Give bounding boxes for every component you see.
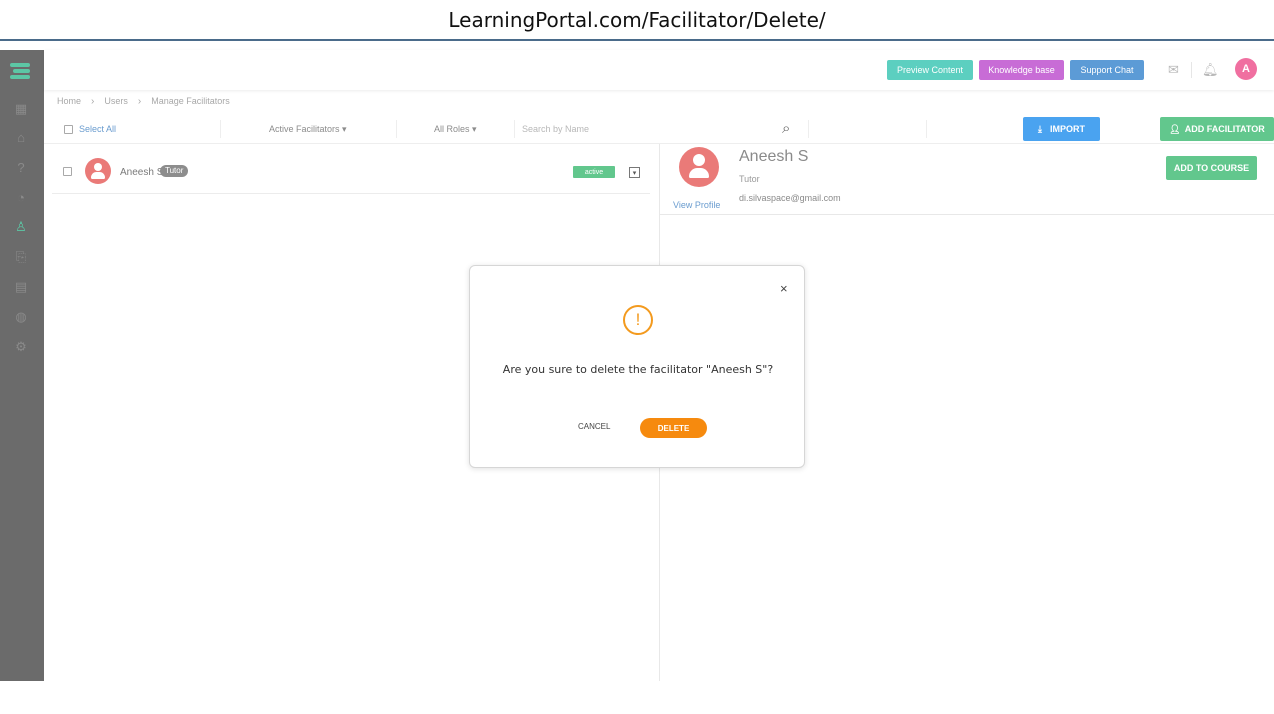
facilitator-detail-header: View Profile Aneesh S Tutor di.silvaspac… [660,144,1274,215]
download-icon: ⤓ [1038,123,1042,134]
preview-content-button[interactable]: Preview Content [887,60,973,80]
search-input[interactable]: Search by Name [522,124,589,134]
chevron-right-icon: › [137,96,142,107]
select-all[interactable]: Select All [64,124,116,134]
add-to-course-button[interactable]: ADD TO COURSE [1166,156,1257,180]
row-checkbox[interactable] [63,167,72,176]
role-badge: Tutor [160,165,189,177]
view-profile-link[interactable]: View Profile [673,200,720,210]
delete-confirm-dialog: × ! Are you sure to delete the facilitat… [469,265,805,468]
sidebar: ▦ ⌂ ? ◔ ♙ ⎘ ▤ ◍ ⚙ [0,50,44,681]
roles-dropdown[interactable]: All Roles ▾ [434,124,477,135]
chevron-right-icon: › [91,96,95,107]
filter-bar: Select All Active Facilitators ▾ All Rol… [44,114,1274,144]
top-bar: Preview Content Knowledge base Support C… [44,50,1274,90]
warning-icon: ! [623,305,653,335]
breadcrumb-current: Manage Facilitators [151,96,230,106]
divider [808,120,809,138]
settings-icon[interactable]: ⚙ [12,338,30,356]
detail-email: di.silvaspace@gmail.com [739,193,841,203]
courses-icon[interactable]: ⌂ [12,128,30,146]
mail-icon[interactable]: ✉ [1168,62,1179,78]
help-icon[interactable]: ? [12,158,30,176]
detail-name: Aneesh S [739,148,809,165]
logo-icon[interactable] [10,63,30,79]
import-label: IMPORT [1049,124,1085,134]
clipboard-icon[interactable]: ▤ [12,278,30,296]
divider [514,120,515,138]
breadcrumb: Home › Users › Manage Facilitators [57,96,230,107]
facilitator-status-dropdown[interactable]: Active Facilitators ▾ [269,124,347,135]
dashboard-icon[interactable]: ▦ [12,100,30,118]
bell-icon[interactable]: 🔔︎ [1202,62,1219,78]
avatar [679,147,719,187]
import-button[interactable]: ⤓ IMPORT [1023,117,1100,141]
url-banner: LearningPortal.com/Facilitator/Delete/ [0,0,1274,41]
add-facilitator-button[interactable]: 👤︎ ADD FACILITATOR [1160,117,1274,141]
breadcrumb-home[interactable]: Home [57,96,81,107]
search-icon[interactable]: ⌕ [782,120,790,137]
avatar [85,158,111,184]
globe-icon[interactable]: ◍ [12,308,30,326]
divider [220,120,221,138]
dialog-message: Are you sure to delete the facilitator "… [502,363,774,376]
status-badge: active [573,166,615,178]
list-item[interactable]: Aneesh S Tutor active ▾ [52,150,650,194]
close-icon[interactable]: × [780,281,788,296]
select-all-label: Select All [79,124,117,134]
cancel-button[interactable]: CANCEL [578,422,610,431]
user-avatar[interactable]: A [1235,58,1257,80]
support-chat-button[interactable]: Support Chat [1070,60,1144,80]
breadcrumb-users[interactable]: Users [104,96,128,107]
select-all-checkbox[interactable] [64,124,73,134]
content-icon[interactable]: ⎘ [12,248,30,266]
user-icon: 👤︎ [1169,123,1181,134]
divider [926,120,927,138]
facilitator-name[interactable]: Aneesh S [120,167,163,178]
add-facilitator-label: ADD FACILITATOR [1184,124,1265,134]
detail-role: Tutor [739,174,760,184]
divider [1191,62,1192,78]
knowledge-base-button[interactable]: Knowledge base [979,60,1064,80]
reports-icon[interactable]: ◔ [12,188,30,206]
facilitator-list: Aneesh S Tutor active ▾ [52,150,650,194]
users-icon[interactable]: ♙ [12,218,30,236]
delete-button[interactable]: DELETE [640,418,707,438]
divider [396,120,397,138]
row-menu-dropdown-icon[interactable]: ▾ [629,167,640,178]
